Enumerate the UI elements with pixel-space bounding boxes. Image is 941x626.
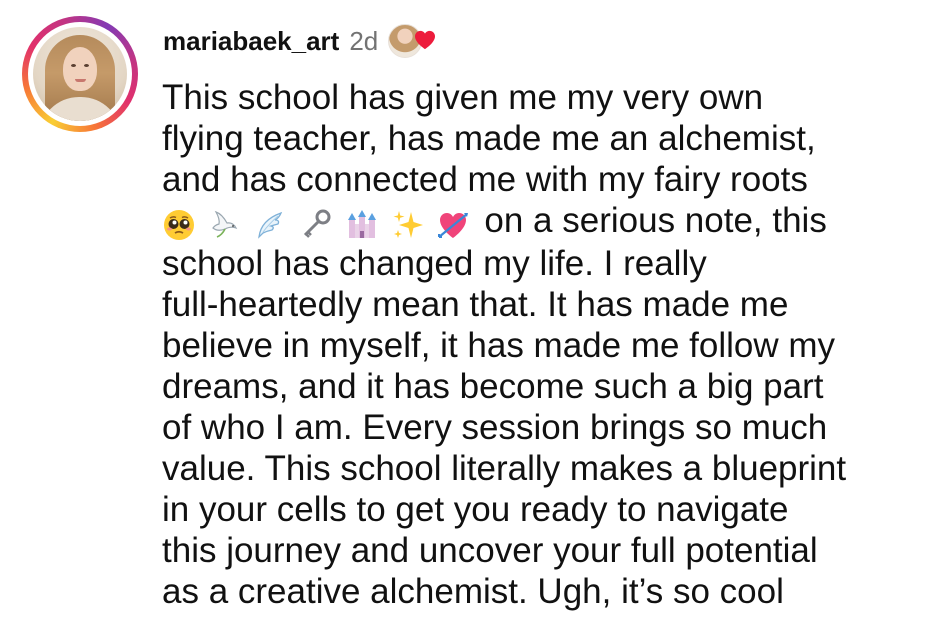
comment-line: of who I am. Every session brings so muc… bbox=[162, 408, 828, 448]
comment-line: and has connected me with my fairy roots bbox=[162, 160, 808, 199]
comment-line: believe in myself, it has made me follow… bbox=[162, 326, 836, 366]
comment-timestamp[interactable]: 2d bbox=[349, 26, 378, 57]
story-ring-avatar[interactable] bbox=[22, 16, 138, 132]
dove-emoji-icon bbox=[211, 210, 237, 238]
username-link[interactable]: mariabaek_art bbox=[163, 26, 339, 57]
comment-line: dreams, and it has become such a big par… bbox=[162, 367, 824, 407]
wing-emoji-icon bbox=[258, 211, 283, 239]
comment-line: flying teacher, has made me an alchemist… bbox=[162, 119, 816, 158]
avatar-face bbox=[63, 47, 97, 91]
pleading-face-emoji-icon bbox=[164, 210, 194, 240]
comment-line: as a creative alchemist. Ugh, it’s so co… bbox=[162, 572, 784, 612]
comment-line: value. This school literally makes a blu… bbox=[162, 449, 847, 489]
avatar-mouth bbox=[75, 79, 86, 82]
comment-line: This school has given me my very own bbox=[162, 78, 764, 117]
old-key-emoji-icon bbox=[304, 209, 331, 238]
heart-icon bbox=[415, 30, 436, 50]
comment-line: school has changed my life. I really bbox=[162, 244, 707, 284]
comment-line: in your cells to get you ready to naviga… bbox=[162, 490, 789, 530]
comment-line: full-heartedly mean that. It has made me bbox=[162, 285, 789, 325]
emoji-group bbox=[162, 202, 472, 243]
castle-emoji-icon bbox=[347, 210, 376, 238]
comment-line: this journey and uncover your full poten… bbox=[162, 531, 818, 571]
liked-by-author-badge bbox=[388, 24, 436, 58]
avatar-gap bbox=[28, 22, 132, 126]
comment-header: mariabaek_art 2d bbox=[163, 24, 436, 58]
comment-line-with-emojis: on a serious note, this bbox=[162, 200, 932, 243]
sparkles-emoji-icon bbox=[393, 211, 423, 238]
comment-text: This school has given me my very own fly… bbox=[162, 77, 932, 612]
heart-with-arrow-emoji-icon bbox=[438, 213, 469, 238]
comment-line-text: on a serious note, this bbox=[484, 201, 827, 240]
avatar bbox=[33, 27, 127, 121]
avatar-eye bbox=[84, 64, 89, 67]
avatar-eye bbox=[71, 64, 76, 67]
